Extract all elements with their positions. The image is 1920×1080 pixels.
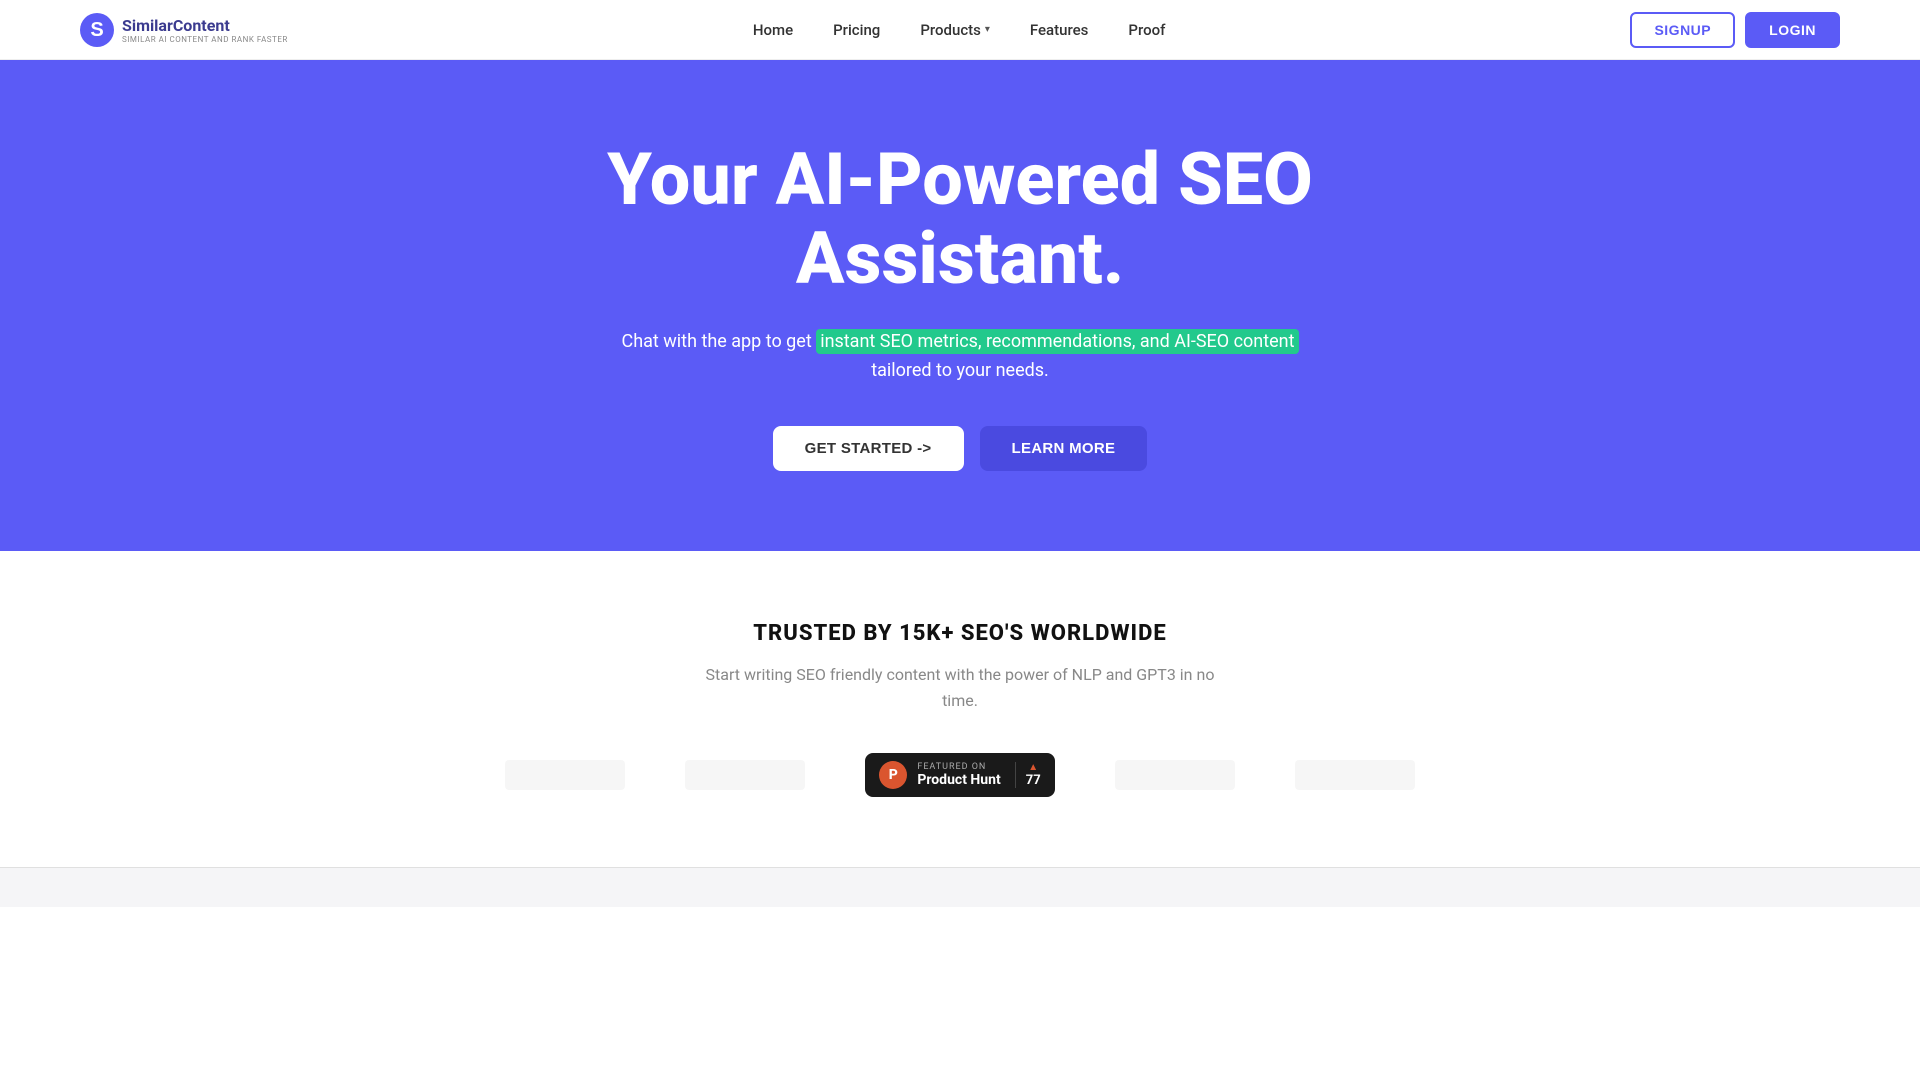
- nav-item-proof[interactable]: Proof: [1128, 20, 1165, 39]
- logo[interactable]: S SimilarContent SIMILAR AI CONTENT AND …: [80, 13, 288, 47]
- hero-subtitle-after: tailored to your needs.: [871, 360, 1049, 381]
- trusted-title: TRUSTED BY 15K+ SEO'S WORLDWIDE: [40, 621, 1880, 646]
- ph-upvote: ▲ 77: [1015, 762, 1041, 788]
- nav-links: Home Pricing Products ▾ Features Proof: [753, 20, 1166, 39]
- learn-more-button[interactable]: LEARN MORE: [980, 426, 1148, 471]
- nav-item-features[interactable]: Features: [1030, 20, 1088, 39]
- partner-logo-3: [1115, 760, 1235, 790]
- product-hunt-icon: P: [879, 761, 907, 789]
- ph-featured-label: FEATURED ON: [917, 762, 986, 772]
- navbar: S SimilarContent SIMILAR AI CONTENT AND …: [0, 0, 1920, 60]
- nav-actions: SIGNUP LOGIN: [1630, 12, 1840, 48]
- product-hunt-badge[interactable]: P FEATURED ON Product Hunt ▲ 77: [865, 753, 1054, 797]
- hero-buttons: GET STARTED -> LEARN MORE: [773, 426, 1148, 471]
- nav-link-features[interactable]: Features: [1030, 21, 1088, 39]
- hero-section: Your AI-Powered SEO Assistant. Chat with…: [0, 60, 1920, 551]
- login-button[interactable]: LOGIN: [1745, 12, 1840, 48]
- partner-logo-2: [685, 760, 805, 790]
- chevron-down-icon: ▾: [985, 24, 990, 35]
- partner-logo-4: [1295, 760, 1415, 790]
- trusted-logos-row: P FEATURED ON Product Hunt ▲ 77: [40, 753, 1880, 797]
- brand-tagline: SIMILAR AI CONTENT AND RANK FASTER: [122, 35, 288, 44]
- nav-item-pricing[interactable]: Pricing: [833, 20, 880, 39]
- logo-icon: S: [80, 13, 114, 47]
- nav-link-proof[interactable]: Proof: [1128, 21, 1165, 39]
- svg-text:S: S: [90, 19, 103, 41]
- nav-item-products[interactable]: Products ▾: [920, 21, 990, 39]
- footer-bar: [0, 867, 1920, 907]
- brand-name: SimilarContent: [122, 16, 288, 35]
- product-hunt-text: FEATURED ON Product Hunt: [917, 762, 1000, 788]
- hero-subtitle-before: Chat with the app to get: [622, 331, 817, 352]
- nav-link-pricing[interactable]: Pricing: [833, 21, 880, 39]
- nav-item-home[interactable]: Home: [753, 20, 793, 39]
- trusted-section: TRUSTED BY 15K+ SEO'S WORLDWIDE Start wr…: [0, 551, 1920, 867]
- signup-button[interactable]: SIGNUP: [1630, 12, 1735, 48]
- hero-subtitle: Chat with the app to get instant SEO met…: [620, 328, 1300, 386]
- logo-text: SimilarContent SIMILAR AI CONTENT AND RA…: [122, 16, 288, 44]
- ph-count: 77: [1026, 773, 1041, 788]
- hero-subtitle-highlight: instant SEO metrics, recommendations, an…: [816, 329, 1298, 354]
- ph-arrow-icon: ▲: [1028, 762, 1038, 773]
- nav-link-home[interactable]: Home: [753, 21, 793, 39]
- partner-logo-1: [505, 760, 625, 790]
- hero-title: Your AI-Powered SEO Assistant.: [560, 140, 1360, 298]
- get-started-button[interactable]: GET STARTED ->: [773, 426, 964, 471]
- ph-name: Product Hunt: [917, 772, 1000, 788]
- nav-link-products[interactable]: Products ▾: [920, 21, 990, 39]
- trusted-subtitle: Start writing SEO friendly content with …: [700, 662, 1220, 713]
